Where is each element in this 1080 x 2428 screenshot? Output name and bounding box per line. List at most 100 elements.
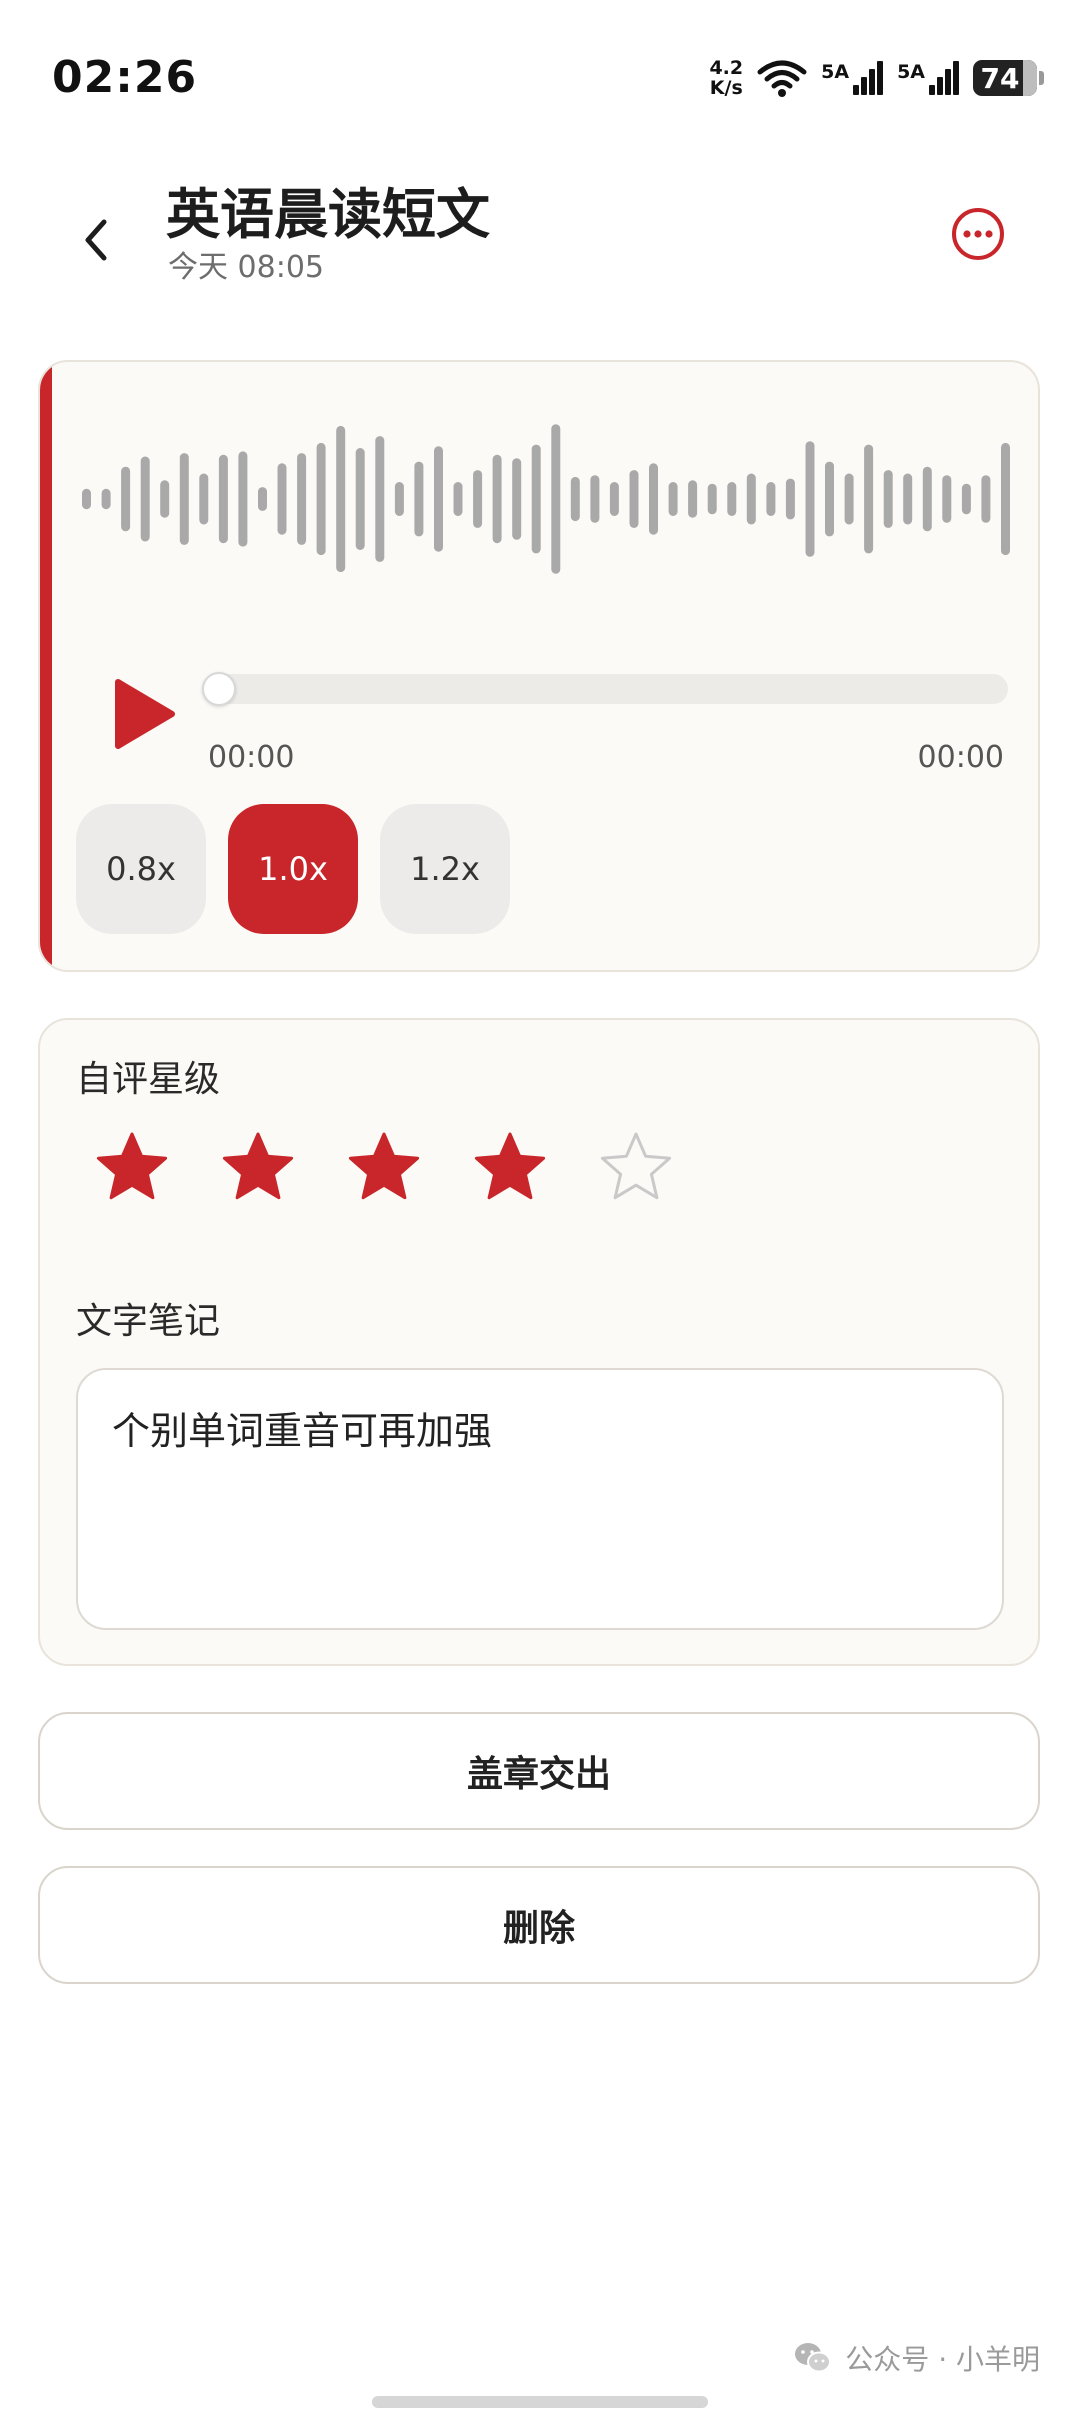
signal-bar — [929, 85, 935, 95]
waveform-bar — [101, 488, 111, 510]
battery-level: 74 — [980, 61, 1020, 95]
cellular-signal-1: 5A — [821, 61, 884, 95]
network-speed-value: 4.2 — [709, 57, 744, 79]
card-accent-bar — [40, 362, 52, 970]
status-icons: 4.2 K/s 5A 5A 74 — [709, 58, 1044, 98]
waveform-bar — [355, 448, 365, 550]
rating-label: 自评星级 — [76, 1059, 221, 1100]
waveform-bar — [746, 473, 756, 525]
signal-bar — [853, 85, 860, 95]
delete-button[interactable]: 删除 — [38, 1866, 1040, 1984]
star-filled-icon[interactable] — [346, 1130, 422, 1206]
waveform-bar — [531, 444, 541, 554]
waveform-bar — [707, 483, 717, 515]
battery-body: 74 — [973, 60, 1037, 96]
waveform — [82, 424, 1010, 574]
playback-speed-options: 0.8x 1.0x 1.2x — [76, 804, 510, 934]
stamp-submit-button[interactable]: 盖章交出 — [38, 1712, 1040, 1830]
wifi-icon — [757, 60, 807, 97]
waveform-bar — [160, 480, 170, 518]
waveform-bar — [805, 441, 815, 557]
waveform-bar — [551, 424, 561, 574]
waveform-bar — [649, 463, 658, 535]
waveform-bar — [942, 475, 952, 523]
waveform-bar — [883, 470, 893, 528]
network-speed: 4.2 K/s — [709, 58, 743, 98]
wechat-icon — [795, 2343, 832, 2373]
waveform-bar — [492, 454, 502, 544]
page-title: 英语晨读短文 — [166, 183, 490, 246]
signal-bar — [945, 69, 951, 95]
signal-bar — [861, 77, 868, 95]
signal-1-label: 5A — [821, 61, 850, 83]
waveform-bar — [590, 475, 600, 523]
signal-bar — [869, 69, 876, 95]
header: 英语晨读短文 今天 08:05 — [0, 160, 1080, 310]
speed-0.8x-button[interactable]: 0.8x — [76, 804, 206, 934]
waveform-bar — [629, 470, 639, 528]
home-indicator[interactable] — [372, 2396, 708, 2408]
waveform-bar — [766, 482, 776, 516]
waveform-bar — [981, 475, 991, 523]
recording-detail-screen: 02:26 4.2 K/s 5A 5A 74 英语晨读短文 今天 08:05 0… — [0, 0, 1080, 2428]
waveform-bar — [1001, 442, 1010, 556]
signal-2-label: 5A — [897, 61, 925, 83]
waveform-bar — [140, 456, 150, 542]
back-button[interactable] — [70, 210, 120, 270]
current-time: 00:00 — [208, 740, 295, 775]
waveform-bar — [434, 446, 443, 552]
waveform-bar — [453, 482, 463, 516]
waveform-bar — [238, 451, 248, 547]
more-options-button[interactable] — [950, 206, 1006, 262]
waveform-bar — [727, 482, 737, 516]
waveform-bar — [609, 482, 619, 516]
note-textarea[interactable]: 个别单词重音可再加强 — [76, 1368, 1004, 1630]
waveform-bar — [785, 478, 795, 520]
chevron-left-icon — [85, 219, 107, 261]
waveform-bar — [82, 488, 91, 510]
star-empty-icon[interactable] — [598, 1130, 674, 1206]
waveform-bar — [570, 476, 580, 522]
star-filled-icon[interactable] — [94, 1130, 170, 1206]
star-rating — [94, 1130, 674, 1206]
waveform-bar — [316, 442, 326, 556]
waveform-bar — [179, 453, 189, 545]
star-filled-icon[interactable] — [472, 1130, 548, 1206]
waveform-bar — [277, 463, 287, 535]
waveform-bar — [121, 466, 131, 532]
star-filled-icon[interactable] — [220, 1130, 296, 1206]
progress-slider[interactable] — [202, 672, 1008, 706]
cellular-signal-2: 5A — [897, 61, 959, 95]
waveform-bar — [825, 461, 834, 537]
waveform-bar — [258, 487, 267, 511]
note-label: 文字笔记 — [76, 1301, 221, 1342]
waveform-bar — [218, 454, 228, 544]
waveform-bar — [961, 483, 971, 515]
page-subtitle: 今天 08:05 — [168, 250, 324, 285]
speed-1.2x-button[interactable]: 1.2x — [380, 804, 510, 934]
progress-thumb[interactable] — [202, 672, 236, 706]
waveform-bar — [414, 461, 424, 537]
watermark: 公众号 · 小羊明 — [793, 2338, 1040, 2378]
more-horizontal-circle-icon — [952, 208, 1004, 260]
waveform-bar — [864, 444, 874, 554]
watermark-text: 公众号 · 小羊明 — [845, 2343, 1040, 2376]
battery-cap — [1039, 71, 1044, 85]
waveform-bar — [922, 466, 932, 532]
waveform-bar — [394, 482, 404, 516]
audio-player-card: 00:00 00:00 0.8x 1.0x 1.2x — [38, 360, 1040, 972]
waveform-bar — [512, 458, 522, 540]
waveform-bar — [199, 473, 209, 525]
status-time: 02:26 — [52, 52, 198, 103]
speed-1.0x-button[interactable]: 1.0x — [228, 804, 358, 934]
waveform-bar — [844, 473, 854, 525]
waveform-bar — [375, 436, 385, 562]
waveform-bar — [297, 453, 307, 545]
network-speed-unit: K/s — [709, 77, 743, 99]
signal-bar — [937, 77, 943, 95]
total-time: 00:00 — [917, 740, 1004, 775]
play-button[interactable] — [110, 674, 180, 754]
play-icon — [115, 679, 175, 749]
status-bar: 02:26 4.2 K/s 5A 5A 74 — [0, 0, 1080, 160]
waveform-bar — [473, 470, 483, 528]
